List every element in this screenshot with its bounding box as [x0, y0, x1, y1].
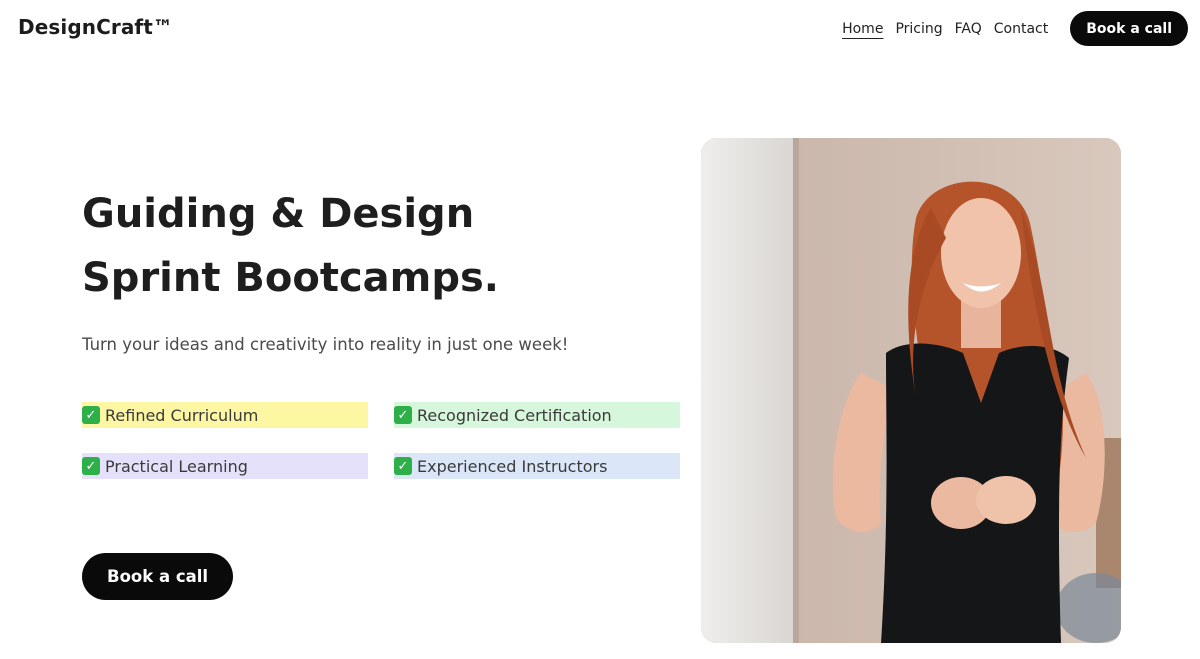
hero-title: Guiding & Design Sprint Bootcamps. [82, 182, 642, 310]
nav-pricing[interactable]: Pricing [895, 12, 942, 46]
logo[interactable]: DesignCraft™ [18, 15, 173, 39]
check-mark-icon: ✓ [394, 406, 412, 424]
check-mark-icon: ✓ [394, 457, 412, 475]
feature-label: Recognized Certification [417, 405, 612, 425]
feature-label: Practical Learning [105, 456, 248, 476]
check-mark-icon: ✓ [82, 406, 100, 424]
feature-item: ✓ Recognized Certification [394, 402, 680, 428]
nav-faq[interactable]: FAQ [955, 12, 982, 46]
main-nav: Home Pricing FAQ Contact Book a call [842, 11, 1188, 46]
feature-list: ✓ Refined Curriculum ✓ Recognized Certif… [82, 402, 680, 480]
header-book-call-button[interactable]: Book a call [1070, 11, 1188, 46]
hero-title-line-1: Guiding & Design [82, 191, 475, 237]
nav-contact[interactable]: Contact [994, 12, 1048, 46]
feature-label: Experienced Instructors [417, 456, 608, 476]
feature-label: Refined Curriculum [105, 405, 259, 425]
hero-photo [701, 138, 1121, 643]
check-mark-icon: ✓ [82, 457, 100, 475]
hero-title-line-2: Sprint Bootcamps. [82, 255, 499, 301]
feature-item: ✓ Practical Learning [82, 453, 368, 479]
hero-photo-illustration [701, 138, 1121, 643]
hero-subtitle: Turn your ideas and creativity into real… [82, 335, 569, 354]
nav-home[interactable]: Home [842, 12, 883, 46]
feature-item: ✓ Experienced Instructors [394, 453, 680, 479]
hero-book-call-button[interactable]: Book a call [82, 553, 234, 600]
feature-item: ✓ Refined Curriculum [82, 402, 368, 428]
